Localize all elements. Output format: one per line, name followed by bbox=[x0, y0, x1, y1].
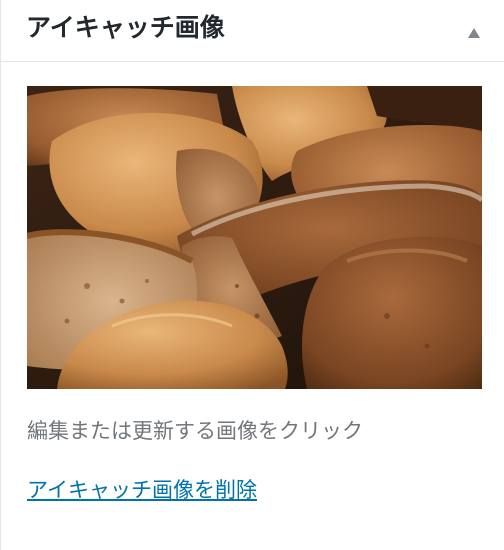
featured-image-button[interactable] bbox=[27, 86, 482, 389]
help-text: 編集または更新する画像をクリック bbox=[27, 419, 363, 443]
remove-featured-image-link[interactable]: アイキャッチ画像を削除 bbox=[27, 475, 257, 505]
featured-image-panel: アイキャッチ画像 編集または更新する画像をクリック アイキャッチ画像を削除 bbox=[0, 0, 504, 550]
featured-image bbox=[27, 86, 482, 389]
panel-header[interactable]: アイキャッチ画像 bbox=[1, 0, 504, 62]
triangle-up-icon bbox=[468, 28, 480, 38]
panel-title: アイキャッチ画像 bbox=[26, 13, 225, 42]
collapse-toggle-button[interactable] bbox=[459, 19, 489, 45]
